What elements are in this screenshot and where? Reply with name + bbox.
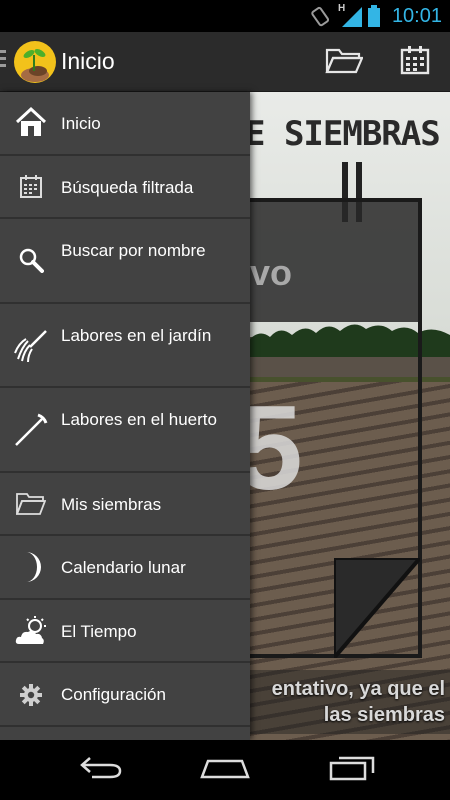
drawer-item-label: Inicio [61, 114, 101, 133]
drawer-item-label: Labores en el huerto [61, 410, 217, 429]
network-type-label: H [337, 3, 346, 14]
status-bar: H 10:01 [0, 0, 450, 32]
drawer-item-label: El Tiempo [61, 622, 137, 641]
drawer-item-label: Mis siembras [61, 495, 162, 514]
drawer-item-label: Configuración [61, 685, 166, 704]
folder-action-button[interactable] [324, 44, 364, 80]
home-icon [14, 105, 48, 139]
system-nav-bar [0, 740, 450, 800]
page-title: Inicio [61, 48, 115, 74]
action-bar: Inicio [0, 32, 450, 92]
search-icon [14, 243, 48, 277]
hoe-icon [14, 413, 48, 447]
signal-icon: H [337, 3, 362, 27]
navigation-drawer: Inicio Búsqueda filtrada Buscar por nomb… [0, 92, 250, 740]
recent-apps-icon [329, 755, 375, 786]
drawer-item-inicio[interactable]: Inicio [0, 92, 250, 156]
drawer-item-configuracion[interactable]: Configuración [0, 663, 250, 727]
background-box-text: vo [250, 252, 293, 293]
drawer-indicator-icon[interactable] [0, 50, 8, 72]
drawer-item-buscar-por-nombre[interactable]: Buscar por nombre [0, 219, 250, 304]
background-footer-text: entativo, ya que el las siembras [271, 678, 445, 726]
drawer-item-label: Calendario lunar [61, 558, 186, 577]
drawer-item-calendario-lunar[interactable]: Calendario lunar [0, 536, 250, 600]
background-title: E SIEMBRAS [245, 114, 441, 154]
calendar-grid-icon [14, 170, 48, 204]
folder-icon [14, 487, 48, 521]
calendar-icon [400, 45, 430, 80]
recent-apps-button[interactable] [322, 750, 382, 790]
drawer-item-labores-huerto[interactable]: Labores en el huerto [0, 388, 250, 473]
moon-icon [14, 550, 48, 584]
weather-icon [14, 614, 48, 648]
folder-icon [325, 46, 364, 79]
home-button[interactable] [195, 750, 255, 790]
drawer-item-label: Buscar por nombre [61, 241, 206, 260]
drawer-item-label: Búsqueda filtrada [61, 178, 194, 197]
drawer-item-labores-jardin[interactable]: Labores en el jardín [0, 304, 250, 388]
calendar-action-button[interactable] [395, 44, 435, 80]
clock: 10:01 [391, 4, 442, 27]
rotation-icon [310, 5, 332, 27]
gear-icon [14, 678, 48, 712]
battery-icon [367, 5, 380, 27]
home-nav-icon [200, 757, 250, 784]
page-curl-graphic [334, 558, 420, 658]
drawer-item-busqueda-filtrada[interactable]: Búsqueda filtrada [0, 156, 250, 219]
drawer-item-mis-siembras[interactable]: Mis siembras [0, 473, 250, 536]
back-icon [78, 756, 122, 785]
app-logo[interactable] [14, 41, 56, 83]
drawer-item-el-tiempo[interactable]: El Tiempo [0, 600, 250, 663]
drawer-item-label: Labores en el jardín [61, 326, 212, 345]
back-button[interactable] [70, 750, 130, 790]
rake-icon [14, 329, 48, 363]
